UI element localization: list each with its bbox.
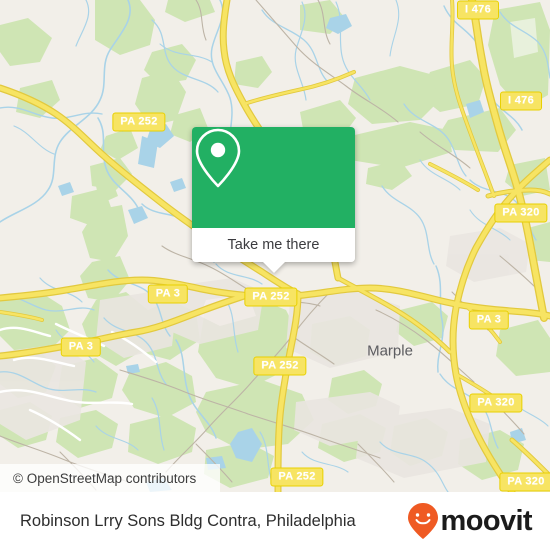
moovit-wordmark: moovit	[440, 504, 533, 537]
road-shield: PA 3	[468, 310, 510, 330]
road-shield: PA 320	[499, 472, 550, 492]
map-canvas[interactable]: I 476 I 476 PA 252 PA 320 PA 3 PA 252 PA 3 PA 3…	[0, 0, 550, 492]
road-shield: PA 252	[244, 287, 298, 307]
place-label: Marple	[367, 342, 413, 360]
road-shield: I 476	[457, 0, 499, 20]
road-shield: PA 3	[147, 284, 189, 304]
take-me-there-label: Take me there	[227, 237, 320, 253]
map-attribution[interactable]: © OpenStreetMap contributors	[0, 464, 220, 492]
map-screenshot: I 476 I 476 PA 252 PA 320 PA 3 PA 252 PA 3 PA 3…	[0, 0, 550, 550]
take-me-there-button[interactable]: Take me there	[192, 228, 355, 262]
popup-pointer	[262, 262, 285, 273]
moovit-logo[interactable]: moovit	[407, 502, 533, 540]
footer-bar: Robinson Lrry Sons Bldg Contra, Philadel…	[0, 492, 550, 550]
page-title: Robinson Lrry Sons Bldg Contra, Philadel…	[20, 511, 356, 530]
road-shield: PA 252	[112, 112, 166, 132]
road-shield: PA 320	[469, 393, 523, 413]
road-shield: PA 320	[494, 203, 548, 223]
road-shield: PA 252	[253, 356, 307, 376]
popup-header	[192, 127, 355, 228]
location-popup[interactable]: Take me there	[192, 127, 355, 273]
attribution-text: © OpenStreetMap contributors	[13, 470, 197, 486]
moovit-smiley-pin-icon	[407, 503, 438, 539]
map-pin-icon	[195, 128, 241, 188]
road-shield: I 476	[500, 91, 542, 111]
road-shield: PA 3	[60, 337, 102, 357]
road-shield: PA 252	[270, 467, 324, 487]
